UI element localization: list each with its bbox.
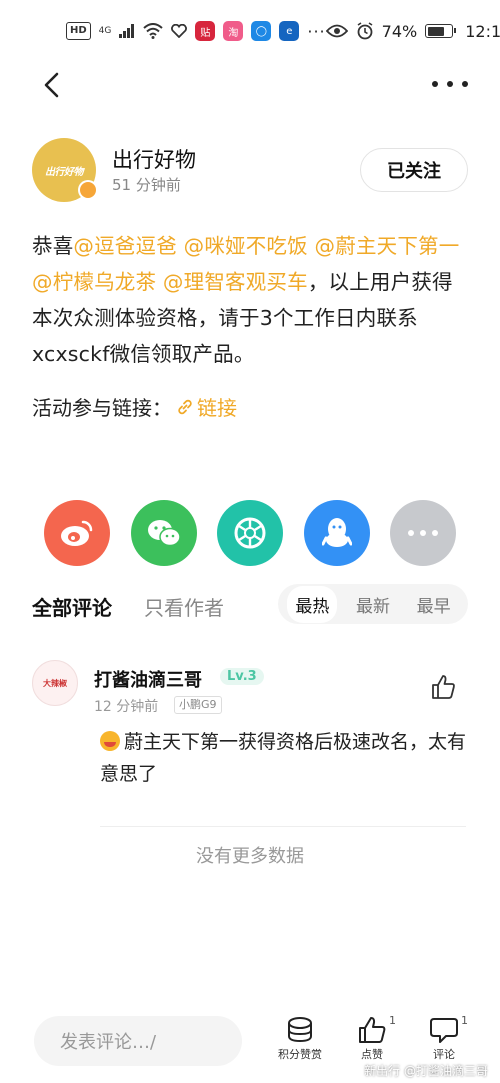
battery-percent: 74% — [381, 21, 418, 41]
post-time: 51 分钟前 — [112, 176, 181, 194]
mention-link[interactable]: @蔚主天下第一 — [315, 234, 460, 258]
bottom-action-bar: 发表评论…/ 积分赞赏 1 点赞 1 评论 新出行 @打酱油滴三哥 — [0, 1012, 500, 1083]
commenter-avatar[interactable]: 大辣椒 — [32, 660, 78, 706]
battery-icon — [425, 24, 457, 38]
comment-time: 12 分钟前 — [94, 699, 159, 715]
follow-button[interactable]: 已关注 — [360, 148, 468, 192]
mention-link[interactable]: @理智客观买车 — [163, 270, 308, 294]
comment-label: 评论 — [433, 1048, 455, 1061]
author-avatar[interactable]: 出行好物 — [32, 138, 98, 202]
tab-author-only[interactable]: 只看作者 — [144, 592, 224, 621]
verified-badge-icon — [78, 180, 98, 200]
status-bar: HD 4G 贴 淘 ◯ e ··· 74% 12:11 — [0, 0, 500, 62]
eye-icon — [325, 24, 348, 38]
level-badge: Lv.3 — [220, 668, 264, 685]
status-left: HD 4G 贴 淘 ◯ e ··· — [66, 21, 326, 41]
more-options-icon[interactable] — [432, 72, 468, 96]
share-weibo-button[interactable] — [44, 500, 110, 566]
activity-link-label: 链接 — [197, 396, 237, 420]
activity-link[interactable]: 链接 — [176, 392, 237, 421]
mention-link[interactable]: @逗爸逗爸 — [73, 234, 177, 258]
comment-count: 1 — [461, 1014, 468, 1027]
share-wechat-button[interactable] — [130, 500, 197, 566]
more-notifications-icon: ··· — [307, 21, 326, 41]
alarm-icon — [357, 22, 373, 40]
author-name[interactable]: 出行好物 — [112, 144, 196, 174]
wechat-icon — [147, 520, 181, 547]
share-row — [44, 500, 456, 568]
status-right: 74% 12:11 — [325, 21, 500, 41]
share-more-button[interactable] — [390, 500, 456, 566]
activity-link-row: 活动参与链接： 链接 — [32, 392, 237, 421]
comment-bubble-icon — [430, 1018, 458, 1043]
sort-hot-button[interactable]: 最热 — [287, 585, 338, 623]
weibo-icon — [61, 520, 93, 546]
share-qq-button[interactable] — [303, 500, 370, 566]
app-alipay-icon: ◯ — [251, 21, 272, 41]
wifi-icon — [143, 23, 164, 39]
more-dots-icon — [408, 530, 438, 536]
like-count: 1 — [389, 1014, 396, 1027]
reward-points-button[interactable]: 积分赞赏 — [270, 1016, 330, 1074]
app-tieba-icon: 贴 — [195, 21, 216, 41]
app-e-icon: e — [279, 21, 300, 41]
laughing-emoji-icon — [100, 731, 120, 751]
comments-header: 全部评论 只看作者 最热 最新 最早 — [32, 584, 468, 624]
hd-indicator: HD — [66, 22, 91, 40]
tab-all-comments[interactable]: 全部评论 — [32, 592, 112, 621]
author-header: 出行好物 出行好物 51 分钟前 已关注 — [32, 138, 468, 202]
device-tag: 小鹏G9 — [174, 696, 222, 714]
avatar-logo-text: 出行好物 — [45, 166, 84, 178]
link-prefix: 活动参与链接： — [32, 396, 172, 420]
post-body: 恭喜@逗爸逗爸 @咪娅不吃饭 @蔚主天下第一 @柠檬乌龙茶 @理智客观买车，以上… — [32, 228, 472, 372]
sort-segmented-control: 最热 最新 最早 — [278, 584, 468, 624]
commenter-name[interactable]: 打酱油滴三哥 — [94, 666, 202, 692]
network-type: 4G — [98, 25, 112, 36]
coins-icon — [288, 1017, 312, 1043]
share-moments-button[interactable] — [217, 500, 283, 566]
moments-aperture-icon — [234, 517, 266, 549]
post-prefix: 恭喜 — [32, 234, 74, 258]
back-arrow-icon[interactable] — [38, 70, 68, 100]
mention-link[interactable]: @咪娅不吃饭 — [184, 234, 308, 258]
like-label: 点赞 — [361, 1048, 383, 1061]
app-taobao-icon: 淘 — [223, 21, 244, 41]
commenter-avatar-text: 大辣椒 — [43, 678, 67, 688]
comment-input[interactable]: 发表评论…/ — [34, 1016, 242, 1066]
top-nav — [0, 60, 500, 110]
signal-icon — [119, 24, 135, 38]
heart-icon — [171, 24, 188, 38]
watermark: 新出行 @打酱油滴三哥 — [364, 1064, 488, 1078]
reward-label: 积分赞赏 — [278, 1048, 322, 1061]
chain-link-icon — [178, 399, 192, 414]
no-more-data-label: 没有更多数据 — [196, 846, 304, 867]
mention-link[interactable]: @柠檬乌龙茶 — [32, 270, 156, 294]
clock: 12:11 — [465, 21, 500, 41]
sort-oldest-button[interactable]: 最早 — [409, 586, 459, 623]
sort-newest-button[interactable]: 最新 — [348, 586, 398, 623]
comment-text-block: 蔚主天下第一获得资格后极速改名，太有意思了 — [100, 726, 470, 790]
thumbs-up-icon — [359, 1017, 386, 1043]
comment-text: 蔚主天下第一获得资格后极速改名，太有意思了 — [100, 731, 467, 785]
divider — [100, 826, 466, 827]
comment-like-icon[interactable] — [430, 674, 456, 700]
qq-penguin-icon — [321, 518, 352, 547]
